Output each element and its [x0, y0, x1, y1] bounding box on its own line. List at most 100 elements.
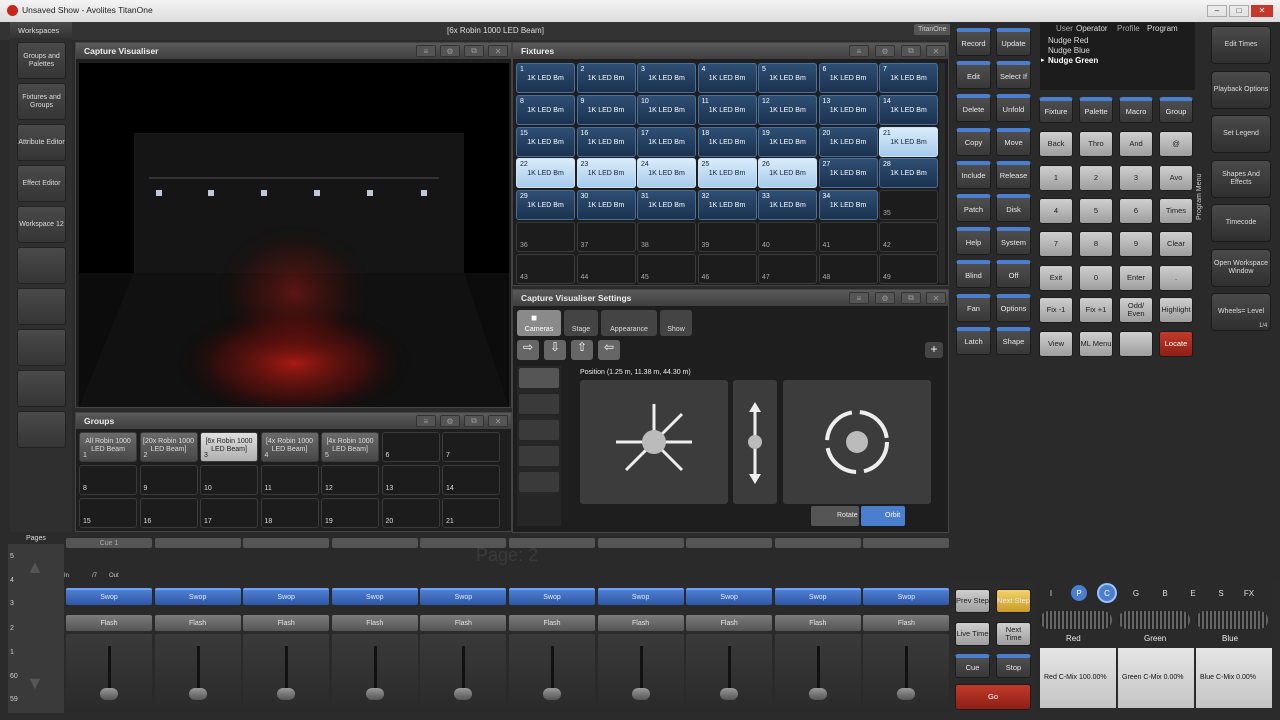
close-icon[interactable]: ✕: [926, 292, 946, 304]
side-button-4[interactable]: Shapes And Effects: [1211, 159, 1271, 198]
camera-in-icon[interactable]: ⇩: [544, 340, 566, 360]
side-button-6[interactable]: Open Workspace Window: [1211, 248, 1271, 287]
fixture-cell[interactable]: 5 1K LED Bm: [758, 63, 817, 93]
fixture-cell[interactable]: 19 1K LED Bm: [758, 126, 817, 157]
workspace-button[interactable]: [17, 370, 66, 407]
fixture-cell[interactable]: 10 1K LED Bm: [637, 94, 696, 125]
group-cell[interactable]: 12: [321, 465, 379, 495]
workspace-button[interactable]: [17, 329, 66, 366]
group-cell[interactable]: 21: [442, 498, 500, 528]
orbit-button[interactable]: Orbit: [861, 506, 905, 526]
key-enter[interactable]: Enter: [1119, 264, 1153, 291]
attr-tab-c[interactable]: C: [1099, 585, 1115, 601]
fixture-cell[interactable]: 45: [637, 253, 696, 284]
fixture-cell[interactable]: 8 1K LED Bm: [516, 94, 575, 125]
maximize-icon[interactable]: □: [1229, 5, 1249, 17]
fader-knob[interactable]: [631, 688, 650, 700]
swop-button[interactable]: Swop: [597, 588, 684, 605]
gear-icon[interactable]: ⚙: [440, 45, 460, 57]
fader-knob[interactable]: [720, 688, 739, 700]
fader-knob[interactable]: [808, 688, 827, 700]
tab-show[interactable]: Show: [660, 310, 692, 336]
close-icon[interactable]: ✕: [488, 45, 508, 57]
swop-button[interactable]: Swop: [243, 588, 330, 605]
swop-button[interactable]: Swop: [420, 588, 507, 605]
popout-icon[interactable]: ⧉: [464, 45, 484, 57]
key-record[interactable]: Record: [956, 28, 991, 56]
flash-button[interactable]: Flash: [597, 615, 684, 631]
fixture-cell[interactable]: 48: [818, 253, 878, 284]
fixture-cell[interactable]: 20 1K LED Bm: [818, 126, 878, 157]
menu-icon[interactable]: ≡: [416, 45, 436, 57]
fixture-cell[interactable]: 32 1K LED Bm: [697, 190, 757, 221]
key-system[interactable]: System: [996, 227, 1031, 256]
cue-button[interactable]: Cue: [955, 654, 990, 678]
key-view[interactable]: View: [1039, 331, 1073, 357]
live-time-button[interactable]: Live Time: [955, 622, 990, 646]
key-3[interactable]: 3: [1119, 165, 1153, 191]
playback-fader[interactable]: [243, 634, 330, 710]
fixture-cell[interactable]: 21 1K LED Bm: [879, 126, 938, 157]
flash-button[interactable]: Flash: [154, 615, 241, 631]
key-2[interactable]: 2: [1079, 165, 1113, 191]
key-palette[interactable]: Palette: [1079, 97, 1113, 123]
group-cell[interactable]: 20: [381, 498, 440, 528]
key-group[interactable]: Group: [1159, 97, 1193, 123]
fader-knob[interactable]: [543, 688, 561, 700]
key-patch[interactable]: Patch: [956, 194, 991, 222]
group-cell[interactable]: 7: [442, 432, 500, 462]
close-icon[interactable]: ✕: [488, 415, 508, 427]
attr-tab-b[interactable]: B: [1157, 585, 1173, 601]
camera-up-icon[interactable]: ⇧: [571, 340, 593, 360]
camera-preset[interactable]: [519, 446, 559, 466]
attr-tab-e[interactable]: E: [1185, 585, 1201, 601]
playback-fader[interactable]: [597, 634, 684, 710]
tab-stage[interactable]: Stage: [564, 310, 598, 336]
flash-button[interactable]: Flash: [243, 615, 330, 631]
swop-button[interactable]: Swop: [774, 588, 861, 605]
nudge-blue[interactable]: Nudge Blue: [1048, 46, 1090, 55]
workspace-button[interactable]: Effect Editor: [17, 165, 66, 202]
flash-button[interactable]: Flash: [66, 615, 152, 631]
key-latch[interactable]: Latch: [956, 326, 991, 355]
key-macro[interactable]: Macro: [1119, 97, 1153, 123]
workspace-button[interactable]: [17, 288, 66, 325]
stage-viewport[interactable]: [79, 63, 509, 407]
page-up-icon[interactable]: ▲: [26, 557, 44, 578]
key-4[interactable]: 4: [1039, 198, 1073, 225]
next-step-button[interactable]: Next Step: [996, 589, 1031, 613]
stop-button[interactable]: Stop: [996, 654, 1031, 678]
key-9[interactable]: 9: [1119, 231, 1153, 258]
fixture-cell[interactable]: 34 1K LED Bm: [818, 190, 878, 221]
fixture-cell[interactable]: 26 1K LED Bm: [758, 158, 817, 189]
fixture-cell[interactable]: 44: [576, 253, 636, 284]
key-help[interactable]: Help: [956, 227, 991, 256]
fader-knob[interactable]: [454, 688, 473, 700]
fixture-cell[interactable]: 47: [758, 253, 817, 284]
key-avo[interactable]: Avo: [1159, 165, 1193, 191]
fixture-cell[interactable]: 46: [697, 253, 757, 284]
key-back[interactable]: Back: [1039, 131, 1073, 157]
side-button-5[interactable]: Timecode: [1211, 204, 1271, 242]
flash-button[interactable]: Flash: [686, 615, 773, 631]
group-cell[interactable]: 10: [200, 465, 258, 495]
fixture-cell[interactable]: 2 1K LED Bm: [576, 63, 636, 93]
fixture-cell[interactable]: 11 1K LED Bm: [697, 94, 757, 125]
group-cell[interactable]: 17: [200, 498, 258, 528]
minimize-icon[interactable]: –: [1207, 5, 1227, 17]
attr-tab-s[interactable]: S: [1213, 585, 1229, 601]
encoder-wheel[interactable]: [1196, 611, 1268, 629]
key-and[interactable]: And: [1119, 131, 1153, 157]
go-button[interactable]: Go: [955, 684, 1031, 710]
popout-icon[interactable]: ⧉: [464, 415, 484, 427]
flash-button[interactable]: Flash: [863, 615, 950, 631]
key-odd-even[interactable]: Odd/ Even: [1119, 297, 1153, 323]
attr-tab-p[interactable]: P: [1071, 585, 1087, 601]
flash-button[interactable]: Flash: [774, 615, 861, 631]
key-fan[interactable]: Fan: [956, 293, 991, 322]
flash-button[interactable]: Flash: [509, 615, 595, 631]
swop-button[interactable]: Swop: [863, 588, 950, 605]
fader-knob[interactable]: [365, 688, 384, 700]
flash-button[interactable]: Flash: [331, 615, 418, 631]
key-update[interactable]: Update: [996, 28, 1031, 56]
